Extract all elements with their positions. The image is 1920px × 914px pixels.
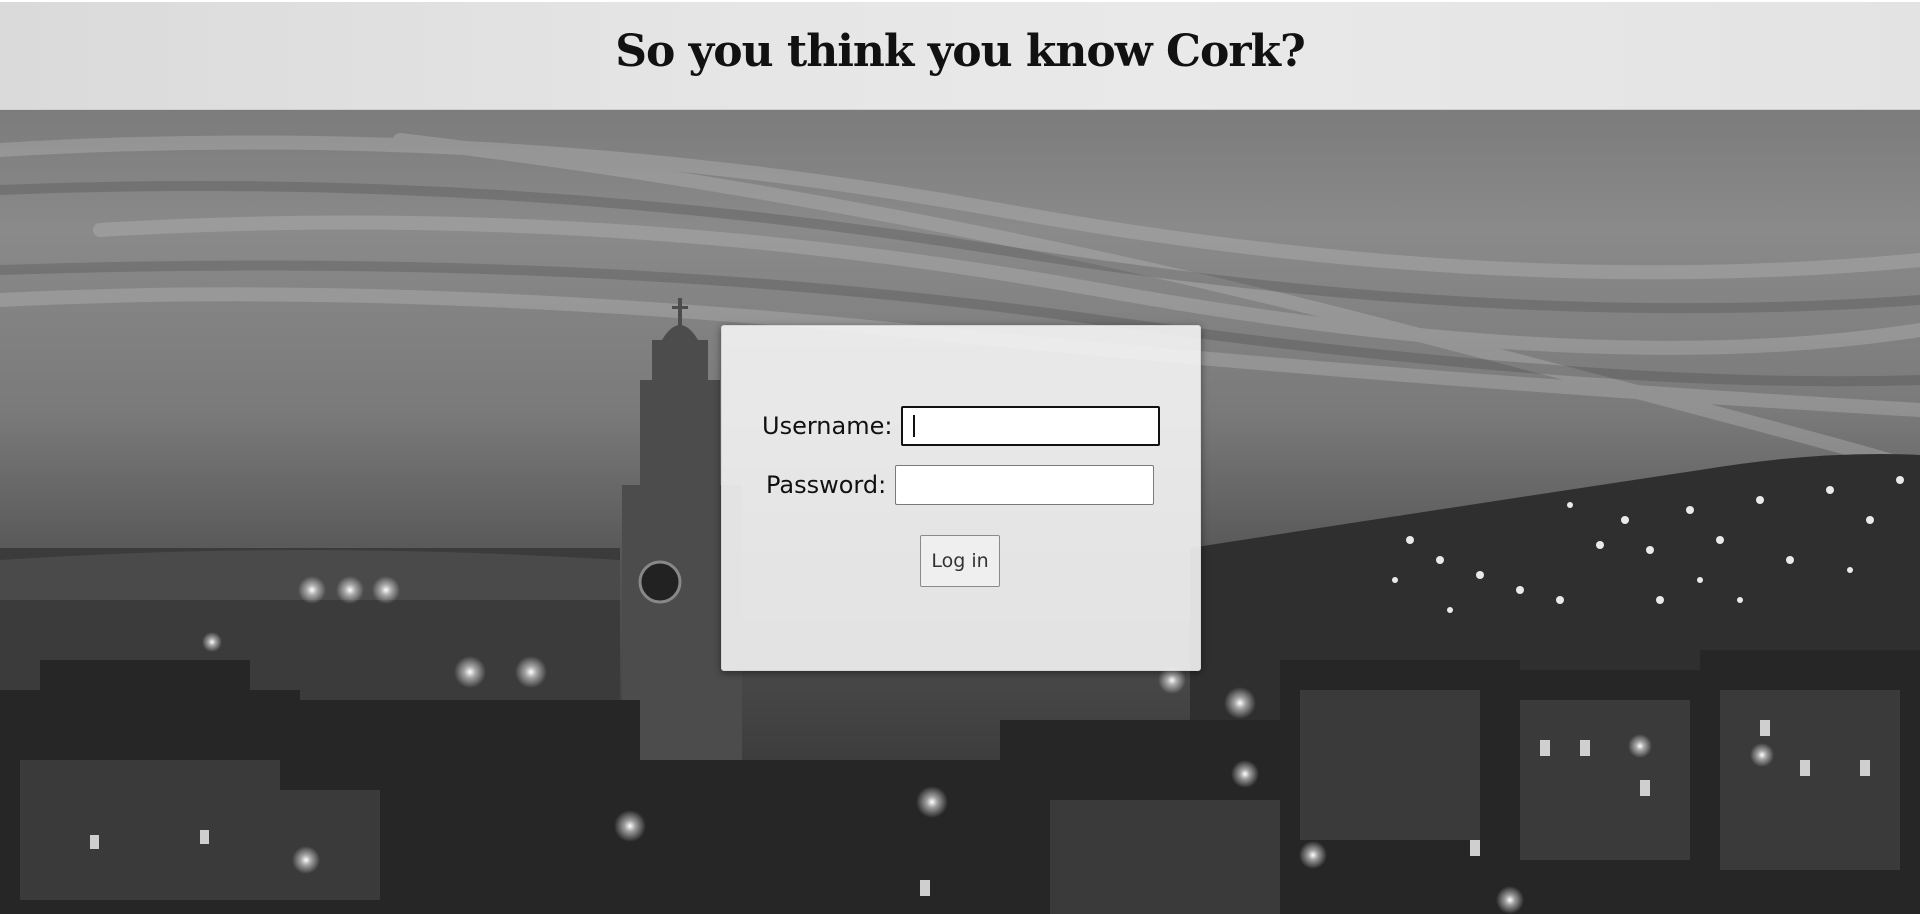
password-row: Password: [766, 465, 1155, 505]
username-input[interactable] [901, 406, 1161, 446]
page-header: So you think you know Cork? [0, 2, 1920, 110]
text-caret [913, 415, 916, 437]
login-form: Username: Password: Log in [721, 325, 1201, 671]
password-input[interactable] [895, 465, 1155, 505]
login-page: So you think you know Cork? Username: Pa… [0, 0, 1920, 914]
username-field-wrap [901, 406, 1161, 446]
page-title: So you think you know Cork? [615, 26, 1306, 77]
username-row: Username: [762, 406, 1161, 446]
username-label: Username: [762, 412, 893, 440]
password-label: Password: [766, 471, 887, 499]
login-button[interactable]: Log in [920, 535, 1000, 587]
